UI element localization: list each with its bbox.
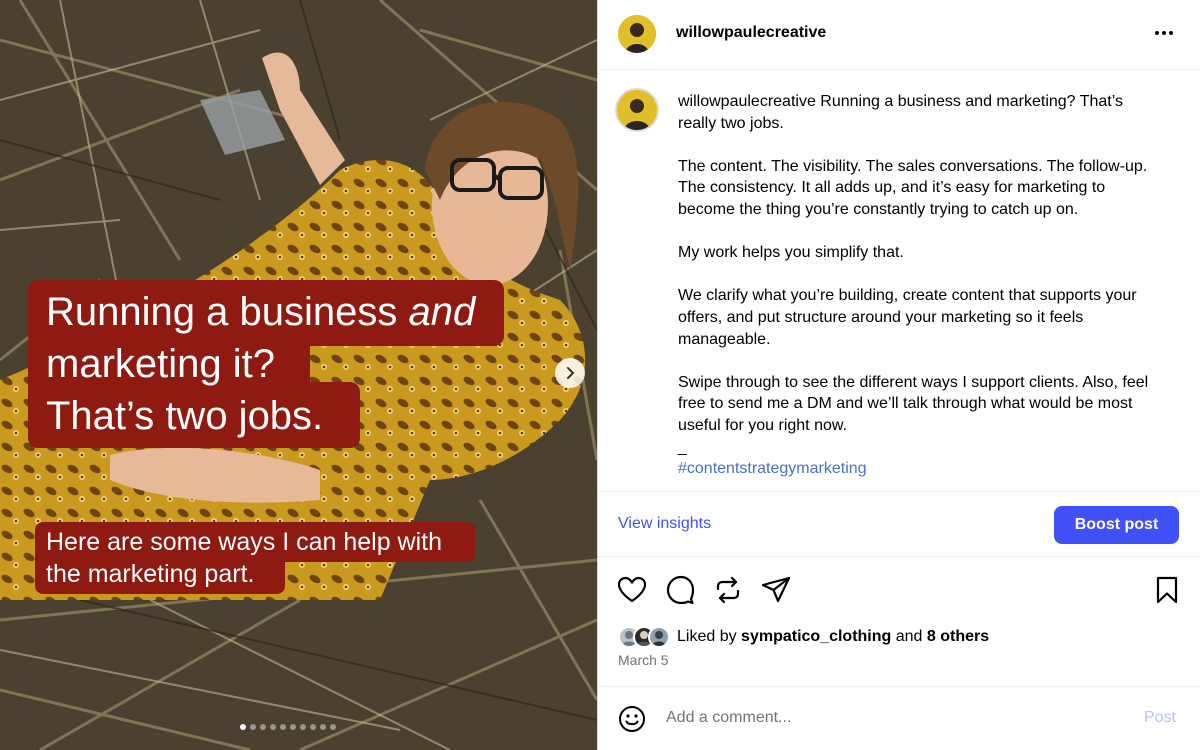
emoji-icon	[619, 706, 645, 732]
caption-paragraph: The content. The visibility. The sales c…	[678, 157, 1148, 218]
carousel-dot	[310, 724, 316, 730]
boost-post-button[interactable]: Boost post	[1054, 506, 1179, 544]
repost-button[interactable]	[712, 574, 744, 606]
view-insights-link[interactable]: View insights	[618, 515, 711, 533]
carousel-dot	[260, 724, 266, 730]
save-button[interactable]	[1151, 574, 1183, 606]
caption-separator: _	[678, 438, 687, 456]
more-options-button[interactable]	[1153, 22, 1175, 50]
avatar[interactable]	[615, 88, 659, 132]
caption-paragraph: Swipe through to see the different ways …	[678, 373, 1149, 434]
avatar-image	[618, 15, 656, 53]
bookmark-icon	[1156, 576, 1178, 604]
hashtag-link[interactable]: #contentstrategymarketing	[678, 458, 1158, 480]
comment-button[interactable]	[664, 574, 696, 606]
share-icon	[761, 576, 791, 603]
post-date[interactable]: March 5	[618, 652, 669, 668]
liker-avatar	[648, 626, 670, 648]
next-slide-button[interactable]	[555, 358, 585, 388]
insights-row: View insights Boost post	[598, 491, 1200, 557]
caption-paragraph: We clarify what you’re building, create …	[678, 287, 1137, 348]
like-button[interactable]	[616, 574, 648, 606]
caption-sub-line-1: Here are some ways I can help with	[46, 528, 443, 556]
avatar[interactable]	[618, 15, 656, 53]
caption-username[interactable]: willowpaulecreative	[678, 93, 816, 110]
carousel-dot	[240, 724, 246, 730]
caption-main-line-3: That’s two jobs.	[46, 394, 324, 438]
more-horizontal-icon	[1155, 31, 1173, 35]
post-caption: willowpaulecreative Running a business a…	[678, 91, 1158, 480]
carousel-dot	[270, 724, 276, 730]
chevron-right-icon	[567, 367, 575, 379]
carousel-dot	[320, 724, 326, 730]
caption-paragraph: My work helps you simplify that.	[678, 244, 904, 262]
post-side-panel: willowpaulecreative willowpaulecreative …	[597, 0, 1200, 750]
avatar-image	[617, 90, 657, 130]
likes-text[interactable]: Liked by sympatico_clothing and 8 others	[677, 628, 989, 646]
likes-others[interactable]: 8 others	[927, 628, 989, 645]
emoji-button[interactable]	[618, 705, 646, 733]
caption-main-line-2: marketing it?	[46, 342, 275, 386]
comment-input[interactable]	[666, 705, 1106, 731]
post-header: willowpaulecreative	[598, 0, 1200, 70]
heart-icon	[617, 576, 647, 603]
carousel-dot	[300, 724, 306, 730]
carousel-indicator	[240, 724, 336, 730]
carousel-dot	[250, 724, 256, 730]
post-media[interactable]: Running a business and marketing it? Tha…	[0, 0, 597, 750]
caption-main-line-1: Running a business and	[46, 290, 476, 334]
caption-sub-line-2: the marketing part.	[46, 560, 255, 588]
header-username[interactable]: willowpaulecreative	[676, 24, 826, 42]
caption-paragraph: willowpaulecreative Running a business a…	[678, 93, 1124, 132]
post-actions	[598, 570, 1200, 610]
comment-icon	[666, 575, 695, 605]
comment-bar: Post	[598, 686, 1200, 750]
carousel-dot	[290, 724, 296, 730]
repost-icon	[716, 576, 740, 604]
carousel-dot	[280, 724, 286, 730]
carousel-dot	[330, 724, 336, 730]
post-comment-button[interactable]: Post	[1144, 709, 1176, 727]
caption-scroll-area[interactable]: willowpaulecreative Running a business a…	[598, 71, 1200, 491]
share-button[interactable]	[760, 574, 792, 606]
likes-summary[interactable]: Liked by sympatico_clothing and 8 others	[618, 624, 989, 650]
liker-username[interactable]: sympatico_clothing	[741, 628, 891, 645]
